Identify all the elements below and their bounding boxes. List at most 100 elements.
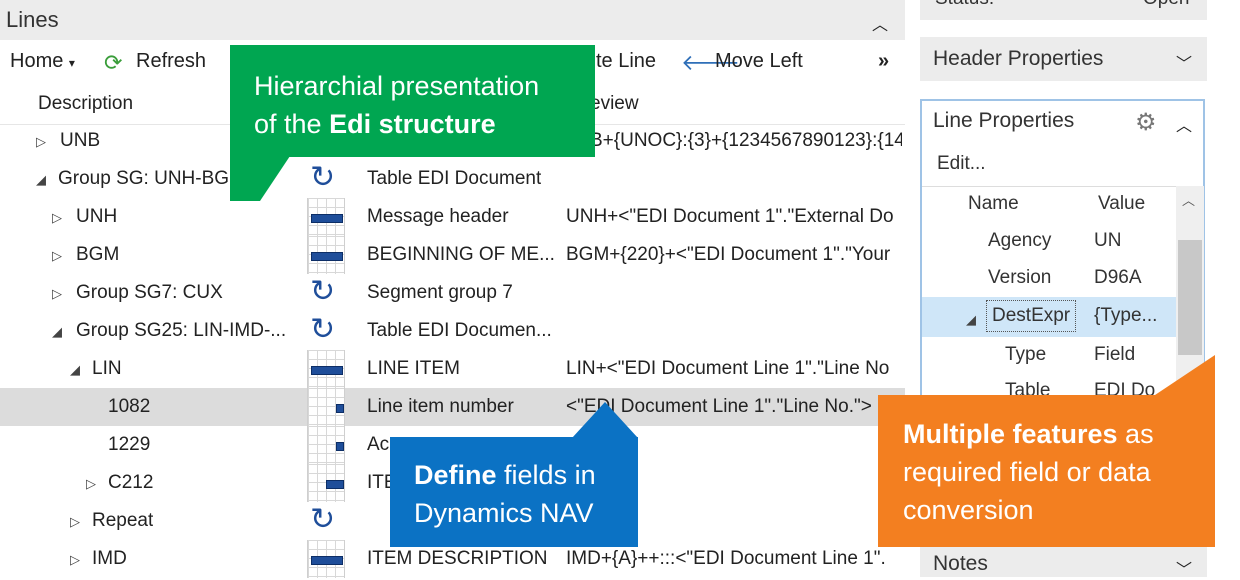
row-description: 1229: [108, 434, 151, 455]
green-callout-bold: Edi structure: [329, 109, 496, 139]
composite-grid-icon: [307, 464, 345, 502]
more-icon[interactable]: »: [878, 50, 889, 73]
row-preview: UNH+<"EDI Document 1"."External Do: [566, 206, 894, 227]
expand-icon[interactable]: ▷: [36, 134, 46, 150]
collapse-icon[interactable]: ◢: [36, 172, 46, 188]
table-row[interactable]: ▷ UNH Message header UNH+<"EDI Document …: [0, 198, 905, 236]
property-name: Version: [988, 267, 1052, 288]
loop-icon: ↻: [310, 503, 336, 536]
expand-icon[interactable]: ▷: [70, 514, 80, 530]
blue-callout: Define fields in Dynamics NAV: [390, 437, 638, 547]
field-grid-icon: [307, 388, 345, 426]
orange-callout-bold: Multiple features: [903, 419, 1118, 449]
table-row[interactable]: ▷ BGM BEGINNING OF ME... BGM+{220}+<"EDI…: [0, 236, 905, 274]
row-preview: BGM+{220}+<"EDI Document 1"."Your: [566, 244, 891, 265]
chevron-up-icon[interactable]: ︿: [1176, 112, 1192, 136]
collapse-icon[interactable]: ◢: [52, 324, 62, 340]
blue-callout-line2: Dynamics NAV: [414, 498, 594, 528]
refresh-icon: ⟳: [104, 50, 123, 75]
line-properties-title: Line Properties: [933, 109, 1075, 132]
row-name: Segment group 7: [367, 282, 513, 303]
blue-callout-pointer: [572, 402, 638, 438]
status-value: Open: [1143, 0, 1189, 10]
loop-icon: ↻: [310, 161, 336, 194]
edit-link[interactable]: Edit...: [937, 153, 986, 175]
column-description[interactable]: Description: [38, 93, 133, 115]
expand-icon[interactable]: ▷: [52, 248, 62, 264]
row-preview: B+{UNOC}:{3}+{1234567890123}:{14: [590, 130, 902, 151]
orange-callout-pointer: [1152, 355, 1215, 397]
segment-grid-icon: [307, 198, 345, 236]
row-name: Line item number: [367, 396, 514, 417]
row-name: Table EDI Document: [367, 168, 542, 189]
notes-title[interactable]: Notes: [933, 552, 988, 576]
expand-icon[interactable]: ▷: [70, 552, 80, 568]
green-callout-line1: Hierarchial presentation: [254, 71, 540, 101]
table-row-selected[interactable]: 1082 Line item number <"EDI Document Lin…: [0, 388, 905, 426]
line-button[interactable]: te Line: [596, 50, 656, 73]
green-callout-text: of the: [254, 109, 330, 139]
divider: [922, 186, 1176, 187]
orange-callout-line3: conversion: [903, 495, 1034, 525]
collapse-icon[interactable]: ◢: [966, 312, 976, 328]
row-name: BEGINNING OF ME...: [367, 244, 555, 265]
table-row[interactable]: ◢ LIN LINE ITEM LIN+<"EDI Document Line …: [0, 350, 905, 388]
row-name: ITEM DESCRIPTION: [367, 548, 548, 569]
lines-title: Lines: [6, 7, 59, 32]
orange-callout-line2: required field or data: [903, 457, 1151, 487]
row-description: UNB: [60, 130, 101, 151]
name-column-header[interactable]: Name: [968, 193, 1019, 215]
chevron-up-icon[interactable]: ︿: [872, 11, 888, 35]
table-row[interactable]: ▷ Group SG7: CUX ↻ Segment group 7: [0, 274, 905, 312]
gear-icon[interactable]: ⚙: [1135, 108, 1157, 137]
scrollbar-thumb[interactable]: [1178, 240, 1202, 355]
value-column-header[interactable]: Value: [1098, 193, 1145, 215]
row-name: Table EDI Documen...: [367, 320, 552, 341]
expand-icon[interactable]: ▷: [86, 476, 96, 492]
expand-icon[interactable]: ▷: [52, 210, 62, 226]
row-preview: IMD+{A}++:::<"EDI Document Line 1".: [566, 548, 886, 569]
property-value: D96A: [1094, 267, 1142, 288]
row-description: C212: [108, 472, 154, 493]
header-properties-title[interactable]: Header Properties: [933, 47, 1103, 71]
row-description: BGM: [76, 244, 120, 265]
row-description: Repeat: [92, 510, 154, 531]
row-description: Group SG7: CUX: [76, 282, 223, 303]
home-menu[interactable]: Home ▾: [10, 50, 75, 73]
table-row[interactable]: ◢ Group SG25: LIN-IMD-... ↻ Table EDI Do…: [0, 312, 905, 350]
loop-icon: ↻: [310, 275, 336, 308]
green-callout-pointer: [230, 156, 290, 201]
chevron-down-icon[interactable]: ﹀: [1176, 50, 1192, 74]
orange-callout-text: as: [1117, 419, 1154, 449]
move-left-button[interactable]: Move Left: [715, 50, 803, 73]
column-preview[interactable]: eview: [590, 93, 639, 115]
row-description: Group SG25: LIN-IMD-...: [76, 320, 287, 341]
row-description: IMD: [92, 548, 127, 569]
row-preview: LIN+<"EDI Document Line 1"."Line No: [566, 358, 890, 379]
green-callout-line2: of the Edi structure: [254, 105, 496, 143]
property-value: Field: [1094, 344, 1136, 365]
scroll-up-icon[interactable]: ︿: [1182, 190, 1195, 209]
segment-grid-icon: [307, 350, 345, 388]
status-label: Status:: [935, 0, 994, 10]
property-name: DestExpr: [986, 300, 1077, 332]
row-name: Ac: [367, 434, 390, 455]
refresh-button[interactable]: Refresh: [136, 50, 206, 73]
segment-grid-icon: [307, 236, 345, 274]
field-grid-icon: [307, 426, 345, 464]
table-row[interactable]: ◢ Group SG: UNH-BGM-... ↻ Table EDI Docu…: [0, 160, 905, 198]
row-description: UNH: [76, 206, 118, 227]
chevron-down-icon[interactable]: ﹀: [1176, 556, 1192, 580]
row-description: 1082: [108, 396, 151, 417]
row-name: LINE ITEM: [367, 358, 460, 379]
orange-callout-line1: Multiple features as: [903, 415, 1154, 453]
segment-grid-icon: [307, 540, 345, 578]
property-name: Type: [1005, 344, 1047, 365]
collapse-icon[interactable]: ◢: [70, 362, 80, 378]
loop-icon: ↻: [310, 313, 336, 346]
green-callout: Hierarchial presentation of the Edi stru…: [230, 45, 595, 157]
property-value: UN: [1094, 230, 1122, 251]
caret-down-icon: ▾: [68, 56, 75, 70]
lines-header: [0, 0, 905, 40]
expand-icon[interactable]: ▷: [52, 286, 62, 302]
